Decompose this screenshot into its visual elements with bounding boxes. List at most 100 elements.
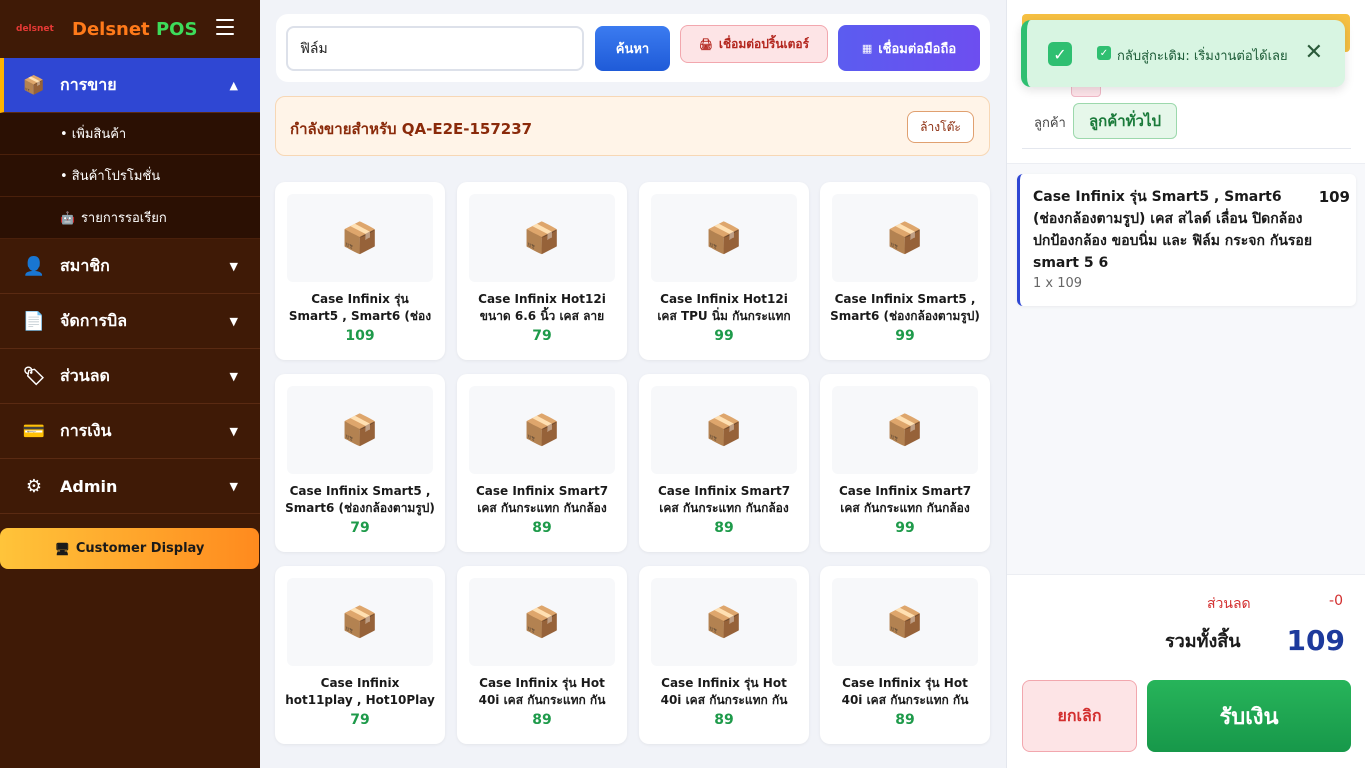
sidebar-item-sales[interactable]: 📦 การขาย ▲ — [0, 58, 260, 113]
package-icon: 📦 — [651, 386, 797, 474]
product-card[interactable]: 📦 Case Infinix hot11play , Hot10Play , Ho… — [275, 566, 445, 744]
sidebar-item-members[interactable]: 👤 สมาชิก ▼ — [0, 239, 260, 294]
discount-value: -0 — [1329, 593, 1343, 609]
product-card[interactable]: 📦 Case Infinix Hot12i ขนาด 6.6 นิ้ว เคส ล… — [457, 182, 627, 360]
product-price: 99 — [895, 328, 915, 344]
connect-printer-button[interactable]: 🖨 เชื่อมต่อปริ้นเตอร์ — [680, 25, 828, 63]
package-icon: 📦 — [832, 578, 978, 666]
sidebar-item-discounts[interactable]: 🏷 ส่วนลด ▼ — [0, 349, 260, 404]
product-name: Case Infinix hot11play , Hot10Play , Hot… — [285, 676, 435, 707]
package-icon: 📦 — [469, 578, 615, 666]
monitor-icon: 🖥 — [54, 541, 70, 556]
connect-mobile-button[interactable]: ▦ เชื่อมต่อมือถือ — [838, 25, 980, 71]
product-name: Case Infinix Smart7 เคส กันกระแทก กันกล้… — [657, 484, 791, 515]
selling-for-label: กำลังขายสำหรับ QA-E2E-157237 — [290, 120, 533, 138]
sidebar-item-label: การขาย — [60, 74, 117, 94]
card-icon: 💳 — [22, 420, 46, 442]
package-icon: 📦 — [832, 386, 978, 474]
customer-label: ลูกค้า — [1034, 116, 1066, 131]
chevron-down-icon: ▼ — [229, 369, 238, 383]
package-icon: 📦 — [832, 194, 978, 282]
chevron-down-icon: ▼ — [229, 314, 238, 328]
sidebar: delsnet Delsnet POS 📦 การขาย ▲ • เพิ่มสิ… — [0, 0, 260, 768]
product-card[interactable]: 📦 Case Infinix Smart5 , Smart6 (ช่องกล้อง… — [275, 374, 445, 552]
chevron-down-icon: ▼ — [229, 259, 238, 273]
cart-item-total: 109 — [1318, 188, 1350, 206]
product-price: 89 — [714, 520, 734, 536]
member-icon: 👤 — [22, 255, 46, 277]
sidebar-item-bills[interactable]: 📄 จัดการบิล ▼ — [0, 294, 260, 349]
search-input[interactable] — [286, 26, 584, 71]
sidebar-item-label: การเงิน — [60, 420, 112, 440]
product-card[interactable]: 📦 Case Infinix รุ่น Hot 40i เคส กันกระแทก… — [639, 566, 809, 744]
package-icon: 📦 — [287, 578, 433, 666]
check-icon: ✓ — [1048, 42, 1072, 66]
product-name: Case Infinix Smart5 , Smart6 (ช่องกล้องต… — [285, 484, 435, 515]
product-price: 79 — [350, 520, 370, 536]
package-icon: 📦 — [651, 194, 797, 282]
sales-submenu: • เพิ่มสินค้า • สินค้าโปรโมชั่น 🤖 รายการร… — [0, 113, 260, 239]
total-value: 109 — [1286, 624, 1345, 657]
submenu-item-promotions[interactable]: • สินค้าโปรโมชั่น — [0, 155, 260, 197]
discount-label: ส่วนลด — [1207, 596, 1251, 612]
gear-icon: ⚙ — [25, 475, 43, 497]
hamburger-menu-icon[interactable] — [216, 19, 234, 35]
chevron-down-icon: ▼ — [229, 479, 238, 493]
product-price: 79 — [350, 712, 370, 728]
chevron-up-icon: ▲ — [229, 78, 238, 92]
submenu-item-waiting-list[interactable]: 🤖 รายการรอเรียก — [0, 197, 260, 239]
product-price: 89 — [714, 712, 734, 728]
qr-icon: ▦ — [861, 41, 873, 55]
product-name: Case Infinix รุ่น Hot 40i เคส กันกระแทก … — [478, 676, 606, 707]
cart-item-qty: 1 x 109 — [1033, 276, 1083, 291]
product-card[interactable]: 📦 Case Infinix Smart7 เคส กันกระแทก กันกล… — [457, 374, 627, 552]
search-button[interactable]: ค้นหา — [595, 26, 670, 71]
submenu-item-add-product[interactable]: • เพิ่มสินค้า — [0, 113, 260, 155]
check-icon: ✓ — [1097, 46, 1111, 60]
product-card[interactable]: 📦 Case Infinix Hot12i เคส TPU นิ่ม กันกระ… — [639, 182, 809, 360]
product-name: Case Infinix Smart7 เคส กันกระแทก กันกล้… — [838, 484, 972, 515]
product-name: Case Infinix รุ่น Hot 40i เคส กันกระแทก … — [660, 676, 788, 707]
clear-table-button[interactable]: ล้างโต๊ะ — [907, 111, 974, 143]
cancel-button[interactable]: ยกเลิก — [1022, 680, 1137, 752]
product-price: 109 — [345, 328, 375, 344]
product-card[interactable]: 📦 Case Infinix รุ่น Hot 40i เคส กันกระแทก… — [820, 566, 990, 744]
cart-item[interactable]: Case Infinix รุ่น Smart5 , Smart6 (ช่องก… — [1017, 174, 1356, 306]
product-name: Case Infinix รุ่น Smart5 , Smart6 (ช่องก… — [288, 292, 432, 323]
product-name: Case Infinix รุ่น Hot 40i เคส กันกระแทก … — [841, 676, 969, 707]
product-name: Case Infinix Hot12i ขนาด 6.6 นิ้ว เคส ลา… — [478, 292, 606, 323]
product-name: Case Infinix Smart5 , Smart6 (ช่องกล้องต… — [830, 292, 980, 323]
product-price: 89 — [532, 712, 552, 728]
package-icon: 📦 — [469, 194, 615, 282]
sidebar-item-label: ส่วนลด — [60, 365, 110, 385]
sidebar-item-label: สมาชิก — [60, 255, 110, 275]
package-icon: 📦 — [469, 386, 615, 474]
cart-panel: ลูกค้า ลูกค้าทั่วไป Case Infinix รุ่น Sm… — [1006, 0, 1365, 768]
customer-select[interactable]: ลูกค้าทั่วไป — [1073, 103, 1177, 139]
brand: delsnet Delsnet POS — [0, 0, 260, 58]
sidebar-item-label: จัดการบิล — [60, 310, 127, 330]
product-card[interactable]: 📦 Case Infinix Smart5 , Smart6 (ช่องกล้อง… — [820, 182, 990, 360]
cart-item-name: Case Infinix รุ่น Smart5 , Smart6 (ช่องก… — [1033, 189, 1313, 271]
close-icon[interactable]: ✕ — [1305, 40, 1323, 66]
product-card[interactable]: 📦 Case Infinix Smart7 เคส กันกระแทก กันกล… — [639, 374, 809, 552]
customer-display-button[interactable]: 🖥 Customer Display — [0, 528, 259, 569]
product-card[interactable]: 📦 Case Infinix รุ่น Hot 40i เคส กันกระแทก… — [457, 566, 627, 744]
product-name: Case Infinix Smart7 เคส กันกระแทก กันกล้… — [475, 484, 609, 515]
robot-icon: 🤖 — [60, 210, 75, 225]
divider — [1022, 148, 1351, 149]
sidebar-item-admin[interactable]: ⚙ Admin ▼ — [0, 459, 260, 514]
sidebar-item-finance[interactable]: 💳 การเงิน ▼ — [0, 404, 260, 459]
printer-icon: 🖨 — [698, 37, 713, 51]
product-card[interactable]: 📦 Case Infinix Smart7 เคส กันกระแทก กันกล… — [820, 374, 990, 552]
toast-message: กลับสู่กะเดิม: เริ่มงานต่อได้เลย — [1117, 49, 1288, 64]
total-label: รวมทั้งสิ้น — [1165, 631, 1241, 652]
product-price: 79 — [532, 328, 552, 344]
product-price: 89 — [895, 712, 915, 728]
box-icon: 📦 — [22, 74, 46, 96]
pay-button[interactable]: รับเงิน — [1147, 680, 1351, 752]
product-price: 99 — [714, 328, 734, 344]
chevron-down-icon: ▼ — [229, 424, 238, 438]
product-card[interactable]: 📦 Case Infinix รุ่น Smart5 , Smart6 (ช่อง… — [275, 182, 445, 360]
brand-name: Delsnet POS — [72, 18, 198, 40]
